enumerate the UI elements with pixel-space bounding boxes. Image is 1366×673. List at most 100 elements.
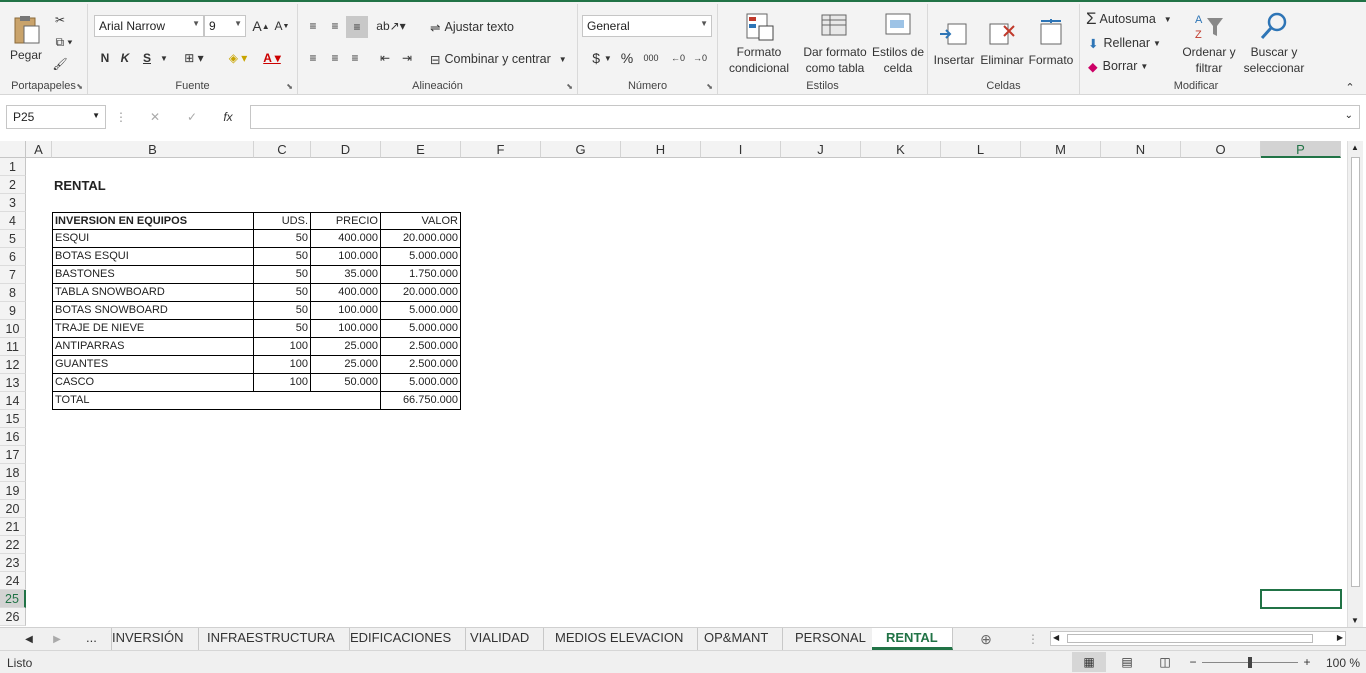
- zoom-slider[interactable]: [1202, 657, 1298, 668]
- table-cell[interactable]: 400.000: [311, 284, 381, 302]
- column-header[interactable]: E: [381, 141, 461, 158]
- table-header[interactable]: VALOR: [381, 212, 461, 230]
- fill-button[interactable]: ⬇ Rellenar ▼: [1088, 32, 1161, 54]
- enter-icon[interactable]: ✓: [182, 107, 202, 127]
- row-header[interactable]: 1: [0, 158, 26, 176]
- format-painter-icon[interactable]: 🖌: [50, 54, 70, 74]
- table-cell[interactable]: BOTAS SNOWBOARD: [52, 302, 254, 320]
- copy-icon[interactable]: ⧉ ▾: [50, 32, 78, 52]
- wrap-text-button[interactable]: ⇌ Ajustar texto: [430, 16, 514, 38]
- row-header[interactable]: 6: [0, 248, 26, 266]
- total-value[interactable]: 66.750.000: [381, 392, 461, 410]
- column-header[interactable]: N: [1101, 141, 1181, 158]
- table-cell[interactable]: 100.000: [311, 248, 381, 266]
- italic-button[interactable]: K: [116, 48, 134, 68]
- table-cell[interactable]: TRAJE DE NIEVE: [52, 320, 254, 338]
- normal-view-icon[interactable]: ▦: [1072, 652, 1106, 672]
- column-header[interactable]: A: [26, 141, 52, 158]
- active-cell[interactable]: [1260, 589, 1342, 609]
- worksheet-grid[interactable]: A B C D E F G H I J K L M N O P 1 2 3 4 5 6 7 8 9 10 11 12 13 14 15 16 1…: [0, 141, 1366, 627]
- row-header[interactable]: 9: [0, 302, 26, 320]
- table-cell[interactable]: BASTONES: [52, 266, 254, 284]
- column-header[interactable]: J: [781, 141, 861, 158]
- table-cell[interactable]: 2.500.000: [381, 338, 461, 356]
- row-header[interactable]: 16: [0, 428, 26, 446]
- page-break-icon[interactable]: ◫: [1150, 652, 1180, 672]
- align-middle-icon[interactable]: ≡: [326, 16, 344, 36]
- table-header[interactable]: PRECIO: [311, 212, 381, 230]
- horizontal-scrollbar[interactable]: ◀ ▶: [1050, 631, 1346, 646]
- cut-icon[interactable]: ✂: [50, 10, 70, 30]
- column-header[interactable]: P: [1261, 141, 1341, 158]
- increase-font-icon[interactable]: A ▲: [251, 16, 271, 36]
- align-bottom-icon[interactable]: ≡: [346, 16, 368, 38]
- font-size-combo[interactable]: 9 ▼: [204, 15, 246, 37]
- table-cell[interactable]: TABLA SNOWBOARD: [52, 284, 254, 302]
- sheet-tab[interactable]: RENTAL: [872, 628, 953, 650]
- sheet-tab[interactable]: MEDIOS ELEVACION: [541, 628, 699, 650]
- column-header[interactable]: O: [1181, 141, 1261, 158]
- table-cell[interactable]: BOTAS ESQUI: [52, 248, 254, 266]
- row-header[interactable]: 22: [0, 536, 26, 554]
- row-header[interactable]: 24: [0, 572, 26, 590]
- clear-button[interactable]: ◆ Borrar ▼: [1088, 55, 1148, 77]
- decrease-font-icon[interactable]: A ▼: [273, 16, 291, 36]
- row-header[interactable]: 3: [0, 194, 26, 212]
- table-header[interactable]: UDS.: [254, 212, 311, 230]
- vertical-scrollbar[interactable]: ▲ ▼: [1347, 141, 1363, 627]
- sheet-tab[interactable]: OP&MANT: [690, 628, 784, 650]
- currency-button[interactable]: $ ▼: [586, 48, 618, 68]
- column-header[interactable]: K: [861, 141, 941, 158]
- cancel-icon[interactable]: ✕: [145, 107, 165, 127]
- increase-indent-icon[interactable]: ⇥: [398, 48, 416, 68]
- scroll-up-icon[interactable]: ▲: [1351, 143, 1359, 152]
- row-header[interactable]: 19: [0, 482, 26, 500]
- table-cell[interactable]: 50.000: [311, 374, 381, 392]
- column-header[interactable]: D: [311, 141, 381, 158]
- prev-sheet-icon[interactable]: ◀: [22, 629, 36, 649]
- table-cell[interactable]: ANTIPARRAS: [52, 338, 254, 356]
- increase-decimal-icon[interactable]: ←0: [668, 48, 688, 68]
- chevron-down-icon[interactable]: ▼: [158, 48, 170, 68]
- table-cell[interactable]: 1.750.000: [381, 266, 461, 284]
- table-cell[interactable]: 50: [254, 230, 311, 248]
- row-header[interactable]: 26: [0, 608, 26, 626]
- row-header[interactable]: 7: [0, 266, 26, 284]
- row-header[interactable]: 15: [0, 410, 26, 428]
- table-cell[interactable]: 100.000: [311, 320, 381, 338]
- new-sheet-icon[interactable]: ⊕: [977, 629, 995, 649]
- conditional-format-button[interactable]: Formato condicional: [722, 8, 796, 78]
- row-header[interactable]: 21: [0, 518, 26, 536]
- format-cells-button[interactable]: Formato: [1026, 8, 1076, 78]
- column-header[interactable]: M: [1021, 141, 1101, 158]
- table-cell[interactable]: 5.000.000: [381, 374, 461, 392]
- table-cell[interactable]: 50: [254, 320, 311, 338]
- paste-button[interactable]: Pegar: [4, 8, 48, 68]
- autosum-button[interactable]: Σ Autosuma ▼: [1086, 8, 1172, 30]
- sheet-tab[interactable]: INVERSIÓN: [98, 628, 199, 650]
- zoom-in-icon[interactable]: +: [1300, 652, 1314, 672]
- find-select-button[interactable]: Buscar y seleccionar: [1238, 8, 1310, 78]
- row-header[interactable]: 18: [0, 464, 26, 482]
- zoom-out-icon[interactable]: −: [1186, 652, 1200, 672]
- table-cell[interactable]: 35.000: [311, 266, 381, 284]
- dialog-launcher-icon[interactable]: ⬊: [76, 82, 83, 91]
- table-cell[interactable]: 100: [254, 374, 311, 392]
- column-header[interactable]: B: [52, 141, 254, 158]
- table-cell[interactable]: 50: [254, 284, 311, 302]
- table-cell[interactable]: 2.500.000: [381, 356, 461, 374]
- underline-button[interactable]: S: [138, 48, 156, 68]
- cell-styles-button[interactable]: Estilos de celda: [870, 8, 926, 78]
- table-cell[interactable]: GUANTES: [52, 356, 254, 374]
- bold-button[interactable]: N: [96, 48, 114, 68]
- fill-color-icon[interactable]: ◈ ▾: [224, 48, 252, 68]
- dialog-launcher-icon[interactable]: ⬊: [706, 82, 713, 91]
- align-right-icon[interactable]: ≡: [346, 48, 364, 68]
- table-cell[interactable]: 20.000.000: [381, 284, 461, 302]
- row-header[interactable]: 5: [0, 230, 26, 248]
- merge-center-button[interactable]: ⊟ Combinar y centrar ▼: [430, 48, 567, 70]
- sheet-tab[interactable]: PERSONAL: [781, 628, 881, 650]
- column-header[interactable]: G: [541, 141, 621, 158]
- column-header[interactable]: H: [621, 141, 701, 158]
- table-cell[interactable]: ESQUI: [52, 230, 254, 248]
